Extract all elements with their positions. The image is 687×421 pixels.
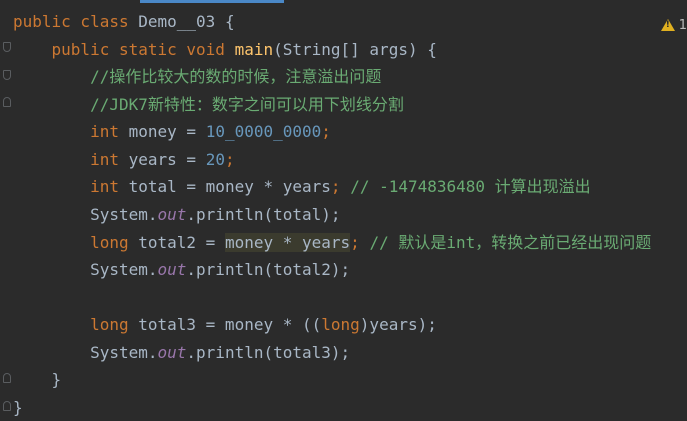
code-line-5: int money = 10_0000_0000; [90, 122, 331, 141]
code-line-13: System.out.println(total3); [90, 343, 351, 362]
code-line-15: } [13, 398, 23, 417]
fold-toggle-icon[interactable] [3, 373, 11, 383]
active-tab-indicator [140, 0, 284, 3]
code-line-3: //操作比较大的数的时候，注意溢出问题 [90, 67, 382, 86]
fold-toggle-icon[interactable] [3, 42, 11, 52]
code-line-1: public class Demo__03 { [13, 12, 235, 31]
warning-count: 1 [678, 17, 687, 33]
fold-toggle-icon[interactable] [3, 70, 11, 80]
fold-toggle-icon[interactable] [3, 401, 11, 411]
fold-toggle-icon[interactable] [3, 97, 11, 107]
editor-gutter [0, 0, 14, 421]
code-line-4: //JDK7新特性：数字之间可以用下划线分割 [90, 95, 404, 114]
code-line-12: long total3 = money * ((long)years); [90, 315, 437, 334]
code-line-6: int years = 20; [90, 150, 235, 169]
code-line-10: System.out.println(total2); [90, 260, 351, 279]
code-line-8: System.out.println(total); [90, 205, 341, 224]
code-editor[interactable]: 1 public class Demo__03 { public static … [0, 0, 687, 421]
highlighted-expression: money * years [224, 233, 351, 252]
code-line-2: public static void main(String[] args) { [51, 40, 437, 59]
inspection-widget[interactable]: 1 [660, 15, 687, 35]
code-line-14: } [51, 370, 62, 389]
code-line-9: long total2 = money * years; // 默认是int，转… [90, 233, 652, 252]
warning-icon [660, 19, 675, 31]
code-line-7: int total = money * years; // -147483648… [90, 177, 591, 196]
